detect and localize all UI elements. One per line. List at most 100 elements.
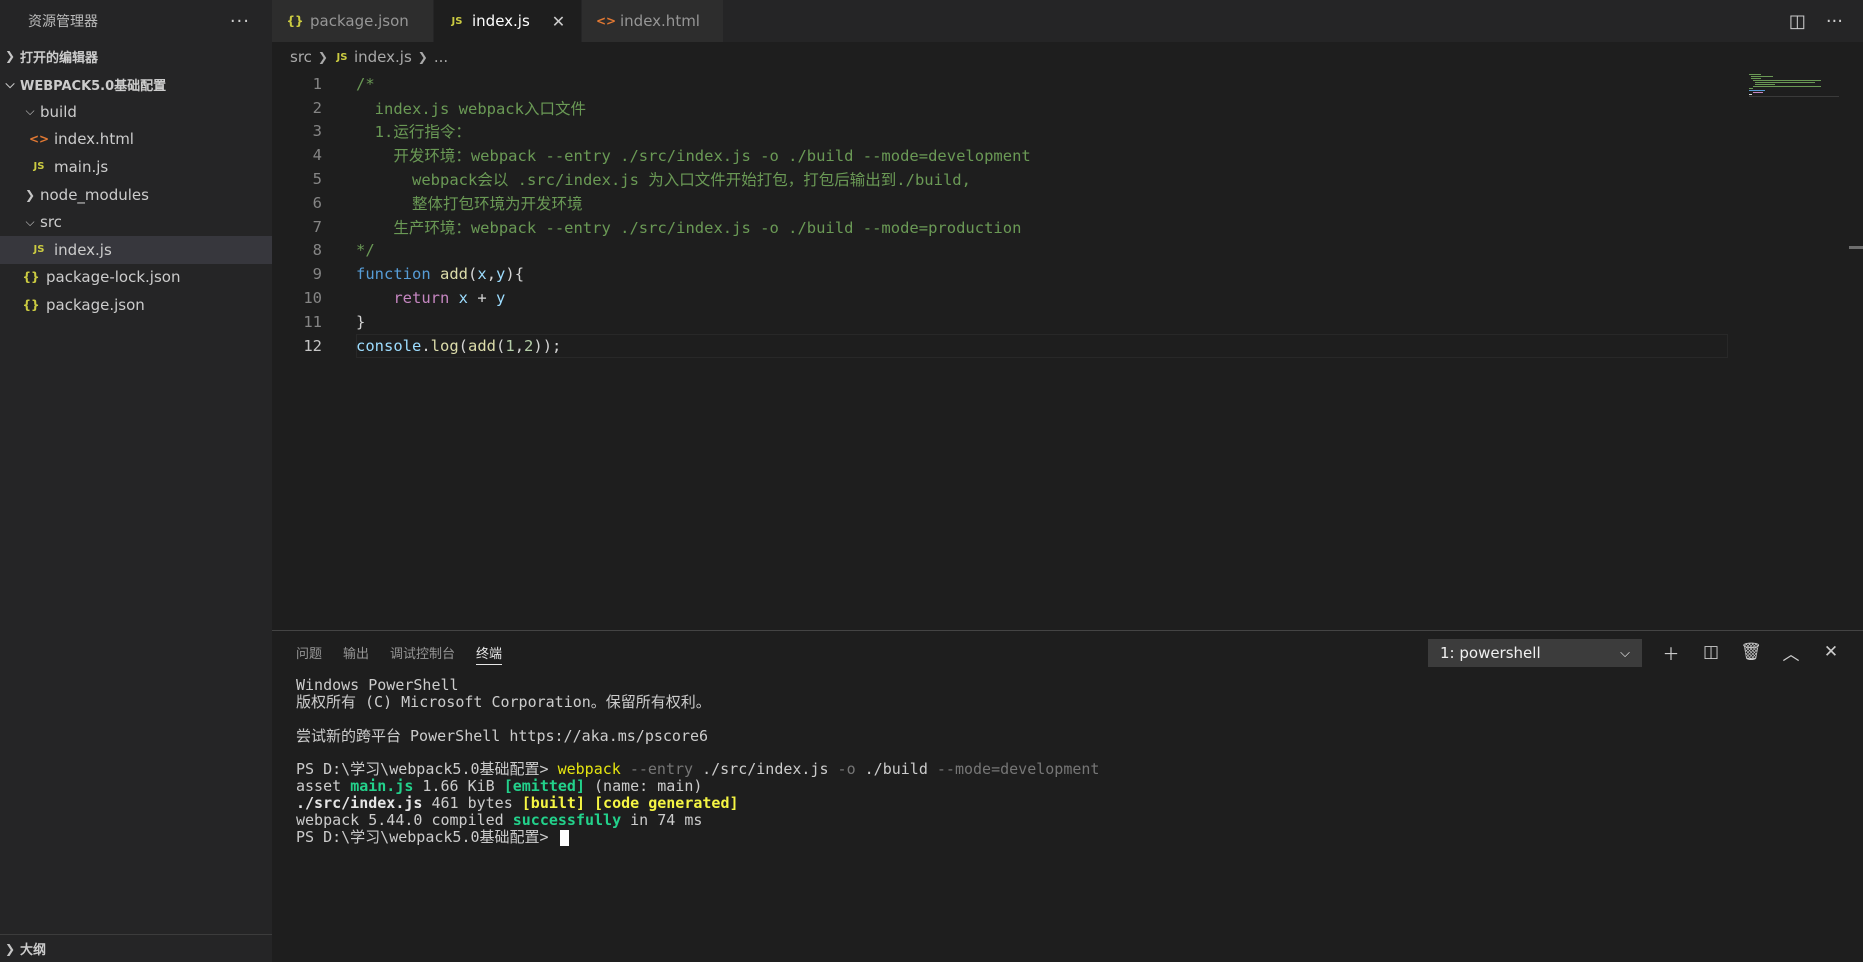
tree-file-package-lock-json[interactable]: {} package-lock.json: [0, 264, 272, 292]
maximize-panel-icon[interactable]: ︿: [1779, 640, 1803, 665]
line-number: 7: [312, 217, 322, 236]
outline-section[interactable]: ❯ 大纲: [0, 934, 272, 962]
tab-output[interactable]: 输出: [343, 631, 369, 673]
tree-item-label: build: [40, 102, 77, 121]
new-terminal-icon[interactable]: ＋: [1659, 640, 1683, 665]
terminal-output[interactable]: Windows PowerShell 版权所有 (C) Microsoft Co…: [272, 673, 1863, 846]
term-text: successfully: [512, 811, 622, 830]
cmd-token: ./src/index.js: [693, 760, 829, 779]
terminal-line: webpack 5.44.0 compiled successfully in …: [296, 812, 1863, 829]
line-number: 3: [312, 122, 322, 141]
tab-index-js[interactable]: JS index.js ✕: [434, 0, 582, 42]
code-line: 11 }: [272, 310, 1863, 334]
terminal-prompt: PS D:\学习\webpack5.0基础配置>: [296, 828, 558, 847]
json-file-icon: {}: [22, 297, 40, 312]
term-text: in 74 ms: [621, 811, 703, 830]
editor-actions: ◫ ···: [1789, 0, 1843, 42]
more-actions-icon[interactable]: ···: [1826, 11, 1843, 32]
open-editors-label: 打开的编辑器: [20, 50, 99, 66]
tab-index-html[interactable]: <> index.html: [582, 0, 724, 42]
line-number: 6: [312, 193, 322, 212]
tab-terminal[interactable]: 终端: [476, 631, 503, 673]
close-icon[interactable]: ✕: [1819, 642, 1843, 662]
term-text: ./src/index.js: [296, 794, 423, 813]
chevron-right-icon: ❯: [4, 941, 16, 956]
terminal-line: 版权所有 (C) Microsoft Corporation。保留所有权利。: [296, 692, 711, 711]
cmd-token: --mode=development: [927, 760, 1100, 779]
code-line: 3 1.运行指令：: [272, 120, 1863, 144]
tab-problems[interactable]: 问题: [296, 631, 322, 673]
editor-tab-bar: {} package.json JS index.js ✕ <> index.h…: [272, 0, 1863, 42]
split-editor-icon[interactable]: ◫: [1789, 11, 1806, 32]
breadcrumb-folder[interactable]: src: [290, 48, 312, 66]
project-label: WEBPACK5.0基础配置: [20, 78, 167, 94]
project-section[interactable]: ⌵ WEBPACK5.0基础配置: [0, 70, 272, 98]
terminal-cursor: [559, 829, 569, 846]
code-text: }: [356, 312, 366, 331]
cmd-token: --entry: [620, 760, 694, 779]
open-editors-section[interactable]: ❯ 打开的编辑器: [0, 42, 272, 70]
breadcrumb-more[interactable]: ...: [434, 48, 448, 66]
code-text: /*: [356, 74, 375, 93]
code-text: webpack会以 .src/index.js 为入口文件开始打包，打包后输出到…: [356, 171, 971, 190]
scrollbar-marker[interactable]: [1849, 246, 1863, 249]
trash-icon[interactable]: 🗑: [1739, 642, 1763, 662]
tree-folder-src[interactable]: ⌵ src: [0, 208, 272, 236]
code-text: index.js webpack入口文件: [356, 99, 586, 118]
tree-item-label: package-lock.json: [46, 268, 181, 287]
term-text: main.js: [350, 777, 414, 796]
tree-folder-build[interactable]: ⌵ build: [0, 98, 272, 126]
terminal-line: ./src/index.js 461 bytes [built] [code g…: [296, 795, 1863, 812]
code-line: 4 开发环境：webpack --entry ./src/index.js -o…: [272, 143, 1863, 167]
terminal-select[interactable]: 1: powershell ⌵: [1428, 639, 1642, 667]
line-number: 11: [303, 312, 322, 331]
term-text: [built]: [521, 794, 585, 813]
js-file-icon: JS: [336, 51, 348, 63]
tab-label: index.html: [620, 12, 700, 30]
minimap[interactable]: [1749, 72, 1839, 102]
explorer-sidebar: 资源管理器 ··· ❯ 打开的编辑器 ⌵ WEBPACK5.0基础配置 ⌵ bu…: [0, 0, 272, 962]
tree-file-main-js[interactable]: JS main.js: [0, 153, 272, 181]
line-number: 2: [312, 98, 322, 117]
tab-package-json[interactable]: {} package.json: [272, 0, 434, 42]
bottom-panel: 问题 输出 调试控制台 终端 1: powershell ⌵ ＋ ◫ 🗑 ︿ ✕…: [272, 630, 1863, 962]
tree-item-label: index.html: [54, 130, 134, 149]
terminal-line: asset main.js 1.66 KiB [emitted] (name: …: [296, 778, 1863, 795]
current-line-highlight: [356, 333, 1728, 358]
tree-folder-node-modules[interactable]: ❯ node_modules: [0, 181, 272, 209]
code-text: function add(x,y){: [356, 265, 525, 284]
term-text: 461 bytes: [422, 794, 522, 813]
tab-debug-console[interactable]: 调试控制台: [390, 631, 455, 673]
terminal-select-value: 1: powershell: [1440, 644, 1541, 662]
code-text: 1.运行指令：: [356, 123, 471, 142]
code-text: */: [356, 241, 375, 260]
html-file-icon: <>: [596, 14, 617, 28]
line-number: 10: [303, 289, 322, 308]
chevron-right-icon: ❯: [317, 50, 328, 64]
terminal-prompt: PS D:\学习\webpack5.0基础配置>: [296, 760, 558, 779]
js-file-icon: JS: [33, 244, 45, 256]
term-text: [code generated]: [594, 794, 739, 813]
code-editor[interactable]: 1 /* 2 index.js webpack入口文件 3 1.运行指令： 4 …: [272, 72, 1863, 630]
code-line: 2 index.js webpack入口文件: [272, 96, 1863, 120]
close-icon[interactable]: ✕: [552, 12, 565, 31]
code-line: 8 */: [272, 239, 1863, 263]
line-number: 8: [312, 241, 322, 260]
panel-actions: ＋ ◫ 🗑 ︿ ✕: [1659, 631, 1843, 673]
tree-item-label: package.json: [46, 295, 145, 314]
terminal-line: Windows PowerShell: [296, 676, 459, 694]
code-line: 5 webpack会以 .src/index.js 为入口文件开始打包，打包后输…: [272, 167, 1863, 191]
more-actions-icon[interactable]: ···: [230, 11, 250, 32]
breadcrumb-file[interactable]: index.js: [354, 48, 412, 66]
term-text: webpack 5.44.0 compiled: [296, 811, 513, 830]
tree-file-package-json[interactable]: {} package.json: [0, 291, 272, 319]
tree-file-src-index-js[interactable]: JS index.js: [0, 235, 272, 264]
json-file-icon: {}: [22, 270, 40, 285]
split-terminal-icon[interactable]: ◫: [1699, 642, 1723, 662]
outline-label: 大纲: [20, 943, 47, 958]
code-text: 生产环境：webpack --entry ./src/index.js -o .…: [356, 218, 1022, 237]
tree-file-build-index-html[interactable]: <> index.html: [0, 126, 272, 154]
term-text: asset: [296, 777, 351, 796]
cmd-token: ./build: [855, 760, 928, 779]
code-line: 9 function add(x,y){: [272, 262, 1863, 286]
